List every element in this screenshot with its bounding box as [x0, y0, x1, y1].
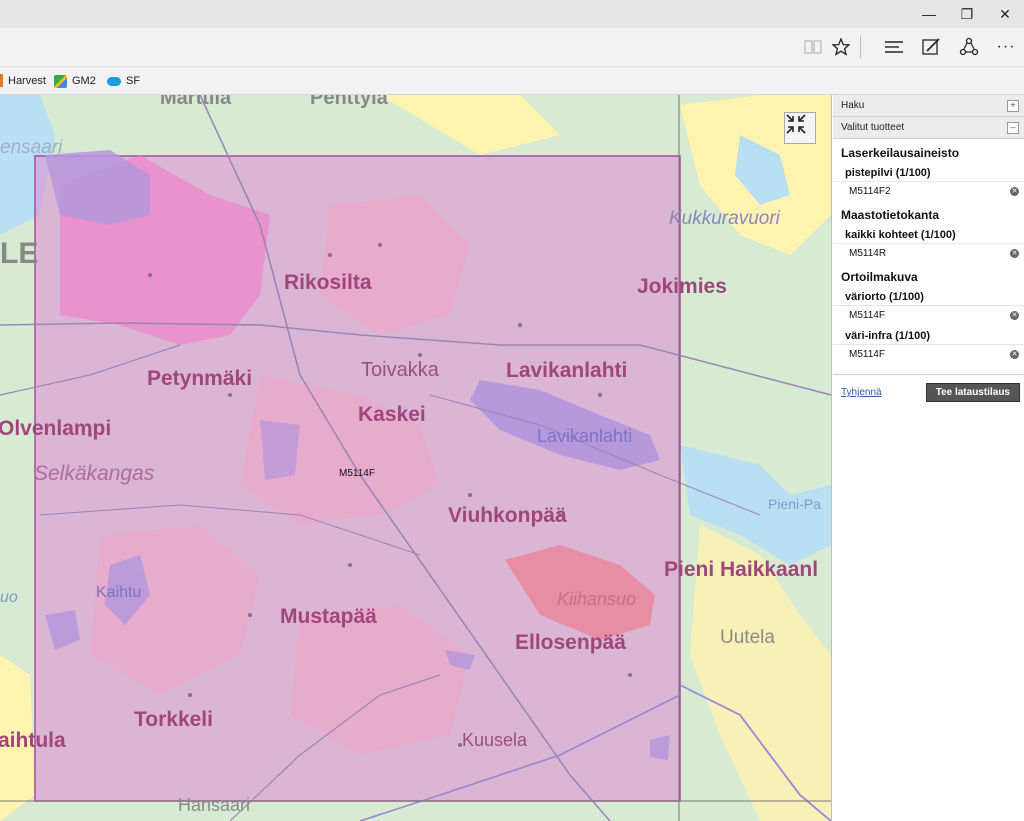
map-label: Torkkeli: [134, 708, 213, 731]
search-section-header[interactable]: Haku +: [833, 95, 1024, 117]
map-water-label: uo: [0, 589, 18, 606]
remove-item-icon[interactable]: ✕: [1010, 187, 1019, 196]
map-water-label: Lavikanlahti: [537, 426, 633, 446]
item-code: M5114F: [849, 310, 885, 321]
favorites-bar: Harvest GM2 SF: [0, 67, 1024, 95]
product-group: Ortoilmakuva väriorto (1/100) M5114F ✕ v…: [833, 263, 1024, 364]
item-code: M5114F2: [849, 186, 891, 197]
map-water-label: Kukkuravuori: [669, 208, 780, 229]
map-water-label: Kaihtu: [96, 584, 142, 601]
map-town-label: Hansaari: [178, 795, 251, 815]
favorite-harvest[interactable]: Harvest: [8, 73, 46, 89]
remove-item-icon[interactable]: ✕: [1010, 350, 1019, 359]
map-label: Pieni Haikkaanl: [664, 558, 819, 581]
map-label: Olvenlampi: [0, 417, 112, 440]
map-water-label: Kiihansuo: [557, 589, 637, 609]
selected-products-header[interactable]: Valitut tuotteet –: [833, 117, 1024, 139]
list-item: M5114R ✕: [833, 243, 1024, 263]
list-item: M5114F2 ✕: [833, 181, 1024, 201]
favorite-label: GM2: [72, 75, 96, 87]
map-canvas[interactable]: Rikosilta Jokimies Petynmäki Toivakka La…: [0, 95, 832, 821]
minimize-icon[interactable]: —: [910, 0, 948, 28]
subgroup-title: kaikki kohteet (1/100): [845, 229, 956, 241]
search-section-title: Haku: [841, 100, 865, 111]
restore-icon[interactable]: ❐: [948, 0, 986, 28]
toolbar-divider: [860, 36, 861, 58]
map-label: Toivakka: [361, 359, 439, 381]
window-titlebar: — ❐ ✕: [0, 0, 1024, 28]
close-icon[interactable]: ✕: [986, 0, 1024, 28]
list-item: M5114F ✕: [833, 344, 1024, 364]
map-label: Petynmäki: [147, 367, 253, 390]
reading-view-icon[interactable]: [800, 34, 826, 60]
map-label: Penttyla: [310, 95, 388, 109]
map-label: Jokimies: [637, 275, 727, 298]
map-town-label: Uutela: [720, 627, 775, 648]
map-label: aihtula: [0, 729, 66, 752]
selected-products-title: Valitut tuotteet: [841, 122, 905, 133]
group-title: Ortoilmakuva: [841, 270, 918, 284]
favorite-star-icon[interactable]: [828, 34, 854, 60]
map-graphic: [0, 95, 831, 821]
map-label: Lavikanlahti: [506, 359, 628, 382]
map-label: LE: [0, 237, 39, 270]
zoom-to-extent-button[interactable]: [784, 112, 816, 144]
favorite-gm2[interactable]: GM2: [54, 73, 96, 89]
collapse-arrows-icon: [786, 114, 806, 134]
cloud-icon: [107, 76, 121, 86]
subgroup-title: pistepilvi (1/100): [845, 167, 931, 179]
map-label: Kaskei: [358, 403, 426, 426]
product-group: Maastotietokanta kaikki kohteet (1/100) …: [833, 201, 1024, 263]
group-title: Maastotietokanta: [841, 208, 940, 222]
remove-item-icon[interactable]: ✕: [1010, 249, 1019, 258]
map-label: Mustapää: [280, 605, 377, 628]
group-title: Laserkeilausaineisto: [841, 146, 960, 160]
map-label: Ellosenpää: [515, 631, 626, 654]
map-sheet-label: M5114F: [339, 468, 375, 479]
collapse-minus-icon[interactable]: –: [1007, 121, 1019, 134]
favorite-label: Harvest: [8, 75, 46, 87]
list-item: M5114F ✕: [833, 305, 1024, 325]
share-icon[interactable]: [956, 34, 982, 60]
map-water-label: ensaari: [0, 137, 63, 158]
create-download-order-button[interactable]: Tee lataustilaus: [925, 383, 1020, 402]
favorite-edge-mark: [0, 74, 3, 87]
browser-toolbar: ···: [0, 28, 1024, 67]
panel-actions: Tyhjennä Tee lataustilaus: [833, 374, 1024, 402]
item-code: M5114R: [849, 248, 887, 259]
clear-link[interactable]: Tyhjennä: [841, 387, 882, 398]
product-group: Laserkeilausaineisto pistepilvi (1/100) …: [833, 139, 1024, 201]
hub-icon[interactable]: [881, 34, 907, 60]
more-options-icon[interactable]: ···: [993, 34, 1019, 60]
maps-icon: [54, 74, 67, 88]
favorite-sf[interactable]: SF: [107, 73, 140, 89]
expand-plus-icon[interactable]: +: [1007, 99, 1019, 112]
item-code: M5114F: [849, 349, 885, 360]
map-town-label: Kuusela: [462, 730, 528, 750]
map-water-label: Selkäkangas: [34, 462, 155, 485]
subgroup-title: väri-infra (1/100): [845, 330, 930, 342]
remove-item-icon[interactable]: ✕: [1010, 311, 1019, 320]
product-panel: Haku + Valitut tuotteet – Laserkeilausai…: [833, 95, 1024, 821]
subgroup-title: väriorto (1/100): [845, 291, 924, 303]
web-note-icon[interactable]: [918, 34, 944, 60]
map-label: Rikosilta: [284, 271, 372, 294]
map-water-label: Pieni-Pa: [768, 496, 821, 512]
map-label: Viuhkonpää: [448, 504, 567, 527]
map-label: Marttila: [160, 95, 232, 109]
favorite-label: SF: [126, 75, 141, 87]
